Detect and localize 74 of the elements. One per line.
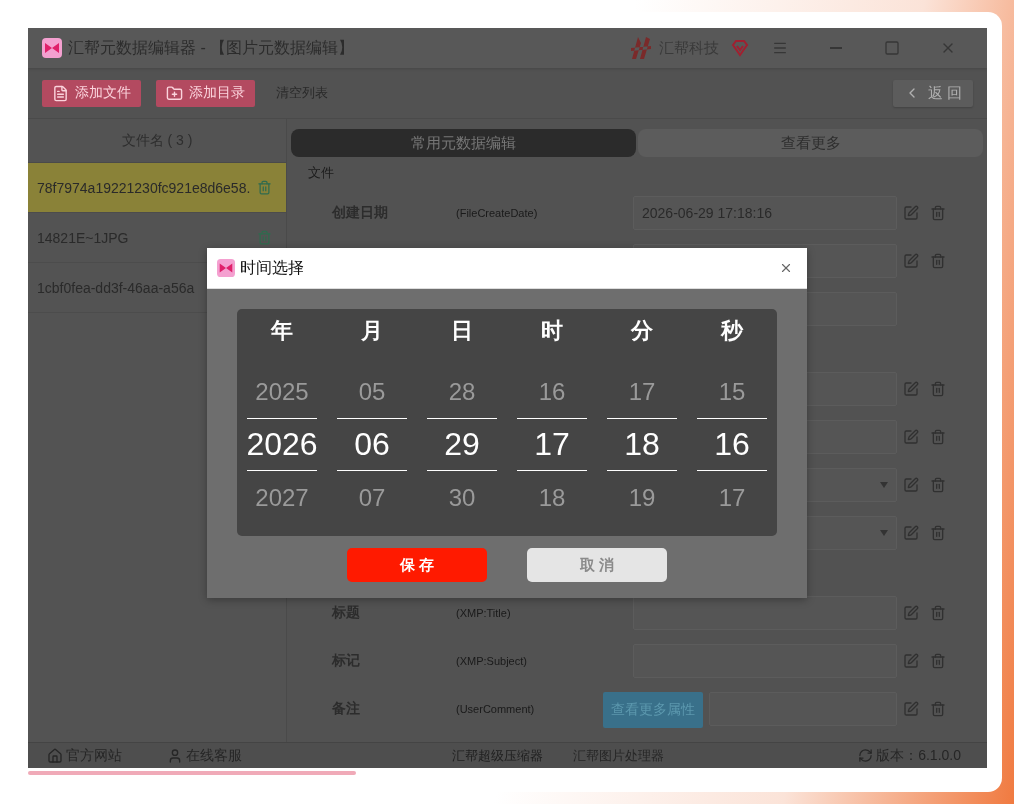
input-field[interactable] — [633, 596, 897, 630]
field-key: (XMP:Subject) — [456, 655, 527, 667]
folder-plus-icon — [166, 84, 183, 102]
wheel-option[interactable]: 17 — [607, 365, 677, 418]
person-icon[interactable] — [167, 747, 183, 764]
column-header: 月 — [361, 317, 383, 345]
trash-icon[interactable] — [929, 525, 946, 541]
trash-icon[interactable] — [929, 605, 946, 621]
edit-icon[interactable] — [902, 381, 919, 397]
wheel-option[interactable]: 2025 — [247, 365, 317, 418]
file-name: 78f7974a19221230fc921e8d6e58. — [37, 179, 252, 196]
brand-logo-icon — [629, 35, 653, 61]
wheel-option[interactable]: 18 — [517, 471, 587, 524]
field-key: (FileCreateDate) — [456, 207, 538, 219]
column-header: 秒 — [721, 317, 743, 345]
edit-icon[interactable] — [902, 653, 919, 669]
scroll-bar[interactable] — [28, 771, 356, 775]
column-header: 日 — [451, 317, 473, 345]
back-button[interactable]: 返 回 — [893, 79, 973, 107]
document-icon — [52, 84, 69, 102]
file-row[interactable]: 78f7974a19221230fc921e8d6e58. — [28, 163, 286, 213]
minimize-icon — [830, 47, 842, 49]
field-key: (UserComment) — [456, 703, 535, 715]
field-key: (XMP:Title) — [456, 607, 511, 619]
save-button[interactable]: 保 存 — [347, 548, 487, 582]
add-file-button[interactable]: 添加文件 — [42, 79, 141, 107]
trash-icon[interactable] — [929, 701, 946, 717]
wheel-option[interactable]: 06 — [337, 418, 407, 471]
refresh-icon[interactable] — [858, 748, 874, 763]
wheel-option[interactable]: 18 — [607, 418, 677, 471]
maximize-icon — [884, 40, 900, 56]
wheel-option[interactable]: 16 — [517, 365, 587, 418]
dropdown-arrow-icon — [880, 530, 888, 536]
edit-icon[interactable] — [902, 429, 919, 445]
wheel-option[interactable]: 17 — [517, 418, 587, 471]
trash-icon[interactable] — [257, 180, 272, 195]
wheel-option[interactable]: 15 — [697, 365, 767, 418]
edit-icon[interactable] — [902, 605, 919, 621]
column-header: 分 — [631, 317, 653, 345]
edit-icon[interactable] — [902, 701, 919, 717]
app-logo-icon — [217, 259, 235, 277]
trash-icon[interactable] — [929, 253, 946, 269]
trash-icon[interactable] — [929, 381, 946, 397]
wheel-option[interactable]: 19 — [607, 471, 677, 524]
trash-icon[interactable] — [929, 477, 946, 493]
menu-icon — [772, 40, 788, 56]
dropdown-arrow-icon — [880, 482, 888, 488]
trash-icon[interactable] — [929, 205, 946, 221]
wheel-option[interactable]: 2026 — [247, 418, 317, 471]
wheel-option[interactable]: 16 — [697, 418, 767, 471]
tab[interactable]: 常用元数据编辑 — [291, 129, 636, 157]
home-icon[interactable] — [47, 747, 63, 764]
edit-icon[interactable] — [902, 477, 919, 493]
diamond-heart-icon[interactable] — [731, 39, 749, 57]
edit-icon[interactable] — [902, 205, 919, 221]
wheel-option[interactable]: 05 — [337, 365, 407, 418]
trash-icon[interactable] — [257, 230, 272, 245]
wheel-option[interactable]: 2027 — [247, 471, 317, 524]
edit-icon[interactable] — [902, 525, 919, 541]
close-button[interactable] — [779, 261, 793, 275]
close-icon — [779, 261, 793, 275]
edit-icon[interactable] — [902, 253, 919, 269]
app-logo-icon — [42, 38, 62, 58]
wheel-option[interactable]: 29 — [427, 418, 497, 471]
column-header: 时 — [541, 317, 563, 345]
add-folder-button[interactable]: 添加目录 — [156, 79, 255, 107]
cancel-button[interactable]: 取 消 — [527, 548, 667, 582]
wheel-option[interactable]: 07 — [337, 471, 407, 524]
wheel-option[interactable]: 17 — [697, 471, 767, 524]
trash-icon[interactable] — [929, 429, 946, 445]
column-header: 年 — [271, 317, 293, 345]
trash-icon[interactable] — [929, 653, 946, 669]
wheel-option[interactable]: 28 — [427, 365, 497, 418]
wheel-option[interactable]: 30 — [427, 471, 497, 524]
